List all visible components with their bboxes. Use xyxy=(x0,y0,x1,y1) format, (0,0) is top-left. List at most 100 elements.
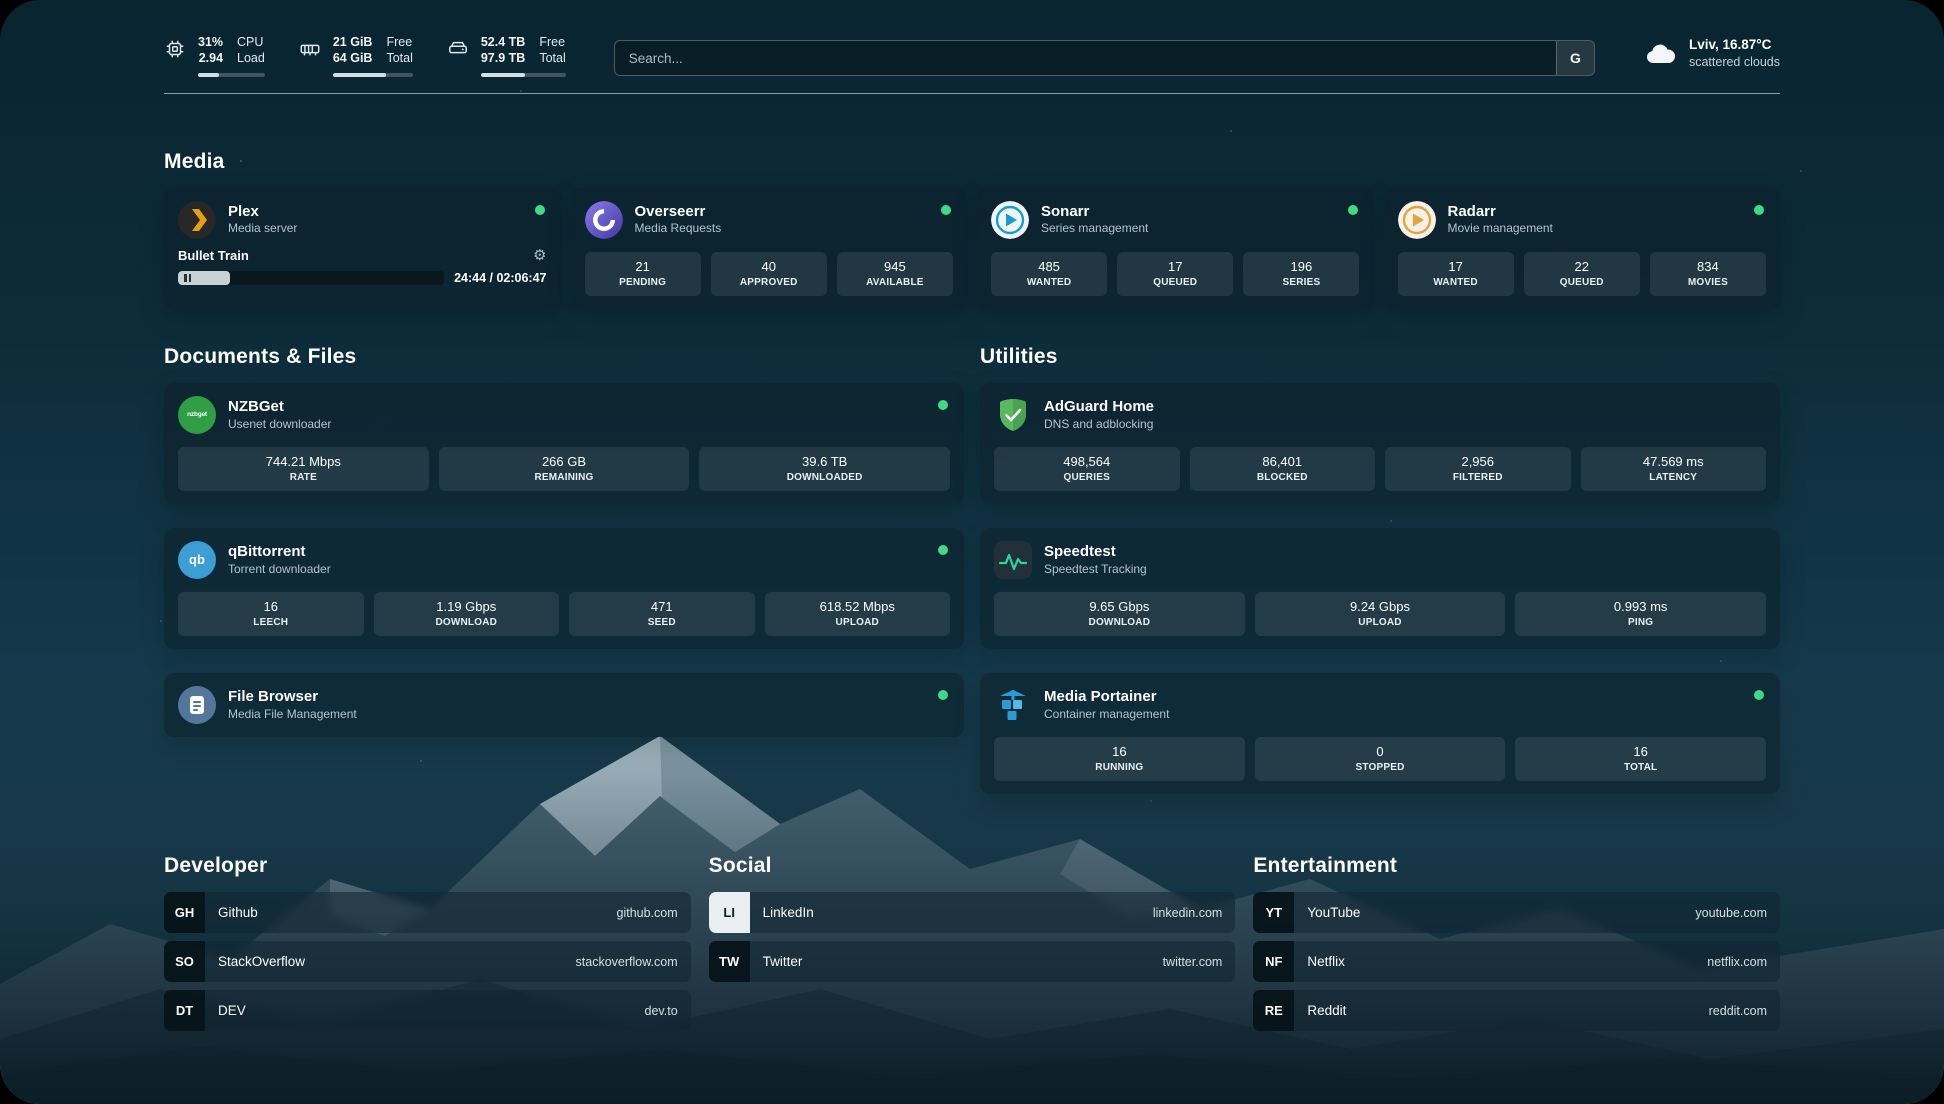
dashboard-screen: 31% 2.94 CPU Load xyxy=(0,0,1944,1104)
stackoverflow-abbr-tile: SO xyxy=(164,941,205,982)
stat-tile: 266 GBREMAINING xyxy=(439,447,690,491)
stat-tile: 485WANTED xyxy=(991,252,1107,296)
stat-tile: 16TOTAL xyxy=(1515,737,1766,781)
youtube-abbr-tile: YT xyxy=(1253,892,1294,933)
status-dot xyxy=(938,690,948,700)
app-name: Media Portainer xyxy=(1044,688,1169,707)
bookmark-netflix[interactable]: NF Netflix netflix.com xyxy=(1253,941,1780,982)
bookmark-github[interactable]: GH Github github.com xyxy=(164,892,691,933)
bookmark-reddit[interactable]: RE Reddit reddit.com xyxy=(1253,990,1780,1031)
app-description: Usenet downloader xyxy=(228,417,331,432)
weather-condition: scattered clouds xyxy=(1689,54,1780,71)
app-description: Media server xyxy=(228,221,297,236)
app-card-speedtest[interactable]: Speedtest Speedtest Tracking 9.65 GbpsDO… xyxy=(980,528,1780,649)
app-name: Overseerr xyxy=(635,203,722,222)
bookmark-stackoverflow[interactable]: SO StackOverflow stackoverflow.com xyxy=(164,941,691,982)
bookmark-youtube[interactable]: YT YouTube youtube.com xyxy=(1253,892,1780,933)
stat-tile: 196SERIES xyxy=(1243,252,1359,296)
app-card-qbittorrent[interactable]: qb qBittorrent Torrent downloader 16LEEC… xyxy=(164,528,964,649)
ram-progress-bar xyxy=(333,73,413,77)
stat-tile: 945AVAILABLE xyxy=(837,252,953,296)
status-dot xyxy=(535,205,545,215)
radarr-icon xyxy=(1398,201,1436,239)
stat-tile: 17QUEUED xyxy=(1117,252,1233,296)
stat-tile: 0.993 msPING xyxy=(1515,592,1766,636)
header-divider xyxy=(164,93,1780,94)
disk-label-total: Total xyxy=(539,50,565,66)
stat-tile: 1.19 GbpsDOWNLOAD xyxy=(374,592,560,636)
bookmarks-developer: Developer GH Github github.com SO StackO… xyxy=(164,854,691,1031)
app-description: Series management xyxy=(1041,221,1148,236)
netflix-abbr-tile: NF xyxy=(1253,941,1294,982)
stat-tile: 9.24 GbpsUPLOAD xyxy=(1255,592,1506,636)
app-description: Speedtest Tracking xyxy=(1044,562,1147,577)
ram-label-total: Total xyxy=(386,50,412,66)
disk-free-value: 52.4 TB xyxy=(481,34,525,50)
app-description: Media Requests xyxy=(635,221,722,236)
developer-section-title: Developer xyxy=(164,854,691,878)
cpu-label-2: Load xyxy=(237,50,265,66)
pause-icon[interactable] xyxy=(184,274,192,282)
app-card-radarr[interactable]: Radarr Movie management 17WANTED 22QUEUE… xyxy=(1384,188,1781,309)
stat-tile: 86,401BLOCKED xyxy=(1190,447,1376,491)
stat-tile: 16RUNNING xyxy=(994,737,1245,781)
overseerr-icon xyxy=(585,201,623,239)
utilities-section-title: Utilities xyxy=(980,345,1780,369)
search-input[interactable] xyxy=(615,41,1556,75)
app-name: File Browser xyxy=(228,688,357,707)
ram-free-value: 21 GiB xyxy=(333,34,373,50)
app-card-filebrowser[interactable]: File Browser Media File Management xyxy=(164,673,964,737)
search-bar: G xyxy=(614,40,1595,76)
app-name: Sonarr xyxy=(1041,203,1148,222)
app-description: Torrent downloader xyxy=(228,562,331,577)
stat-tile: 39.6 TBDOWNLOADED xyxy=(699,447,950,491)
weather-cloud-icon xyxy=(1643,41,1677,67)
filebrowser-icon xyxy=(178,686,216,724)
status-dot xyxy=(1348,205,1358,215)
status-dot xyxy=(1754,690,1764,700)
playback-progress-bar[interactable] xyxy=(178,271,444,285)
disk-icon xyxy=(447,38,469,60)
app-card-nzbget[interactable]: nzbget NZBGet Usenet downloader 744.21 M… xyxy=(164,383,964,504)
section-utilities: Utilities Ad xyxy=(980,345,1780,795)
bookmark-linkedin[interactable]: LI LinkedIn linkedin.com xyxy=(709,892,1236,933)
ram-icon xyxy=(299,38,321,60)
stat-tile: 834MOVIES xyxy=(1650,252,1766,296)
cpu-progress-bar xyxy=(198,73,265,77)
gear-icon[interactable]: ⚙ xyxy=(533,248,546,263)
status-dot xyxy=(938,545,948,555)
nzbget-icon: nzbget xyxy=(178,396,216,434)
linkedin-abbr-tile: LI xyxy=(709,892,750,933)
app-card-plex[interactable]: Plex Media server Bullet Train ⚙ xyxy=(164,188,561,309)
app-card-overseerr[interactable]: Overseerr Media Requests 21PENDING 40APP… xyxy=(571,188,968,309)
stat-tile: 498,564QUERIES xyxy=(994,447,1180,491)
portainer-icon xyxy=(994,686,1032,724)
app-description: Container management xyxy=(1044,707,1169,722)
status-dot xyxy=(941,205,951,215)
app-name: NZBGet xyxy=(228,398,331,417)
adguard-icon xyxy=(994,396,1032,434)
app-card-sonarr[interactable]: Sonarr Series management 485WANTED 17QUE… xyxy=(977,188,1374,309)
topbar: 31% 2.94 CPU Load xyxy=(0,0,1944,77)
search-engine-button[interactable]: G xyxy=(1556,41,1594,75)
app-description: DNS and adblocking xyxy=(1044,417,1154,432)
app-name: Speedtest xyxy=(1044,543,1147,562)
disk-widget: 52.4 TB 97.9 TB Free Total xyxy=(447,34,566,77)
social-section-title: Social xyxy=(709,854,1236,878)
stat-tile: 744.21 MbpsRATE xyxy=(178,447,429,491)
app-name: Plex xyxy=(228,203,297,222)
speedtest-icon xyxy=(994,541,1032,579)
app-name: qBittorrent xyxy=(228,543,331,562)
section-documents: Documents & Files nzbget NZBGet Usenet d… xyxy=(164,345,964,737)
app-description: Movie management xyxy=(1448,221,1553,236)
ram-total-value: 64 GiB xyxy=(333,50,373,66)
bookmarks-social: Social LI LinkedIn linkedin.com TW Twitt… xyxy=(709,854,1236,1031)
twitter-abbr-tile: TW xyxy=(709,941,750,982)
cpu-label-1: CPU xyxy=(237,34,265,50)
ram-widget: 21 GiB 64 GiB Free Total xyxy=(299,34,413,77)
disk-progress-bar xyxy=(481,73,566,77)
app-card-adguard[interactable]: AdGuard Home DNS and adblocking 498,564Q… xyxy=(980,383,1780,504)
app-card-portainer[interactable]: Media Portainer Container management 16R… xyxy=(980,673,1780,794)
bookmark-twitter[interactable]: TW Twitter twitter.com xyxy=(709,941,1236,982)
bookmark-dev[interactable]: DT DEV dev.to xyxy=(164,990,691,1031)
